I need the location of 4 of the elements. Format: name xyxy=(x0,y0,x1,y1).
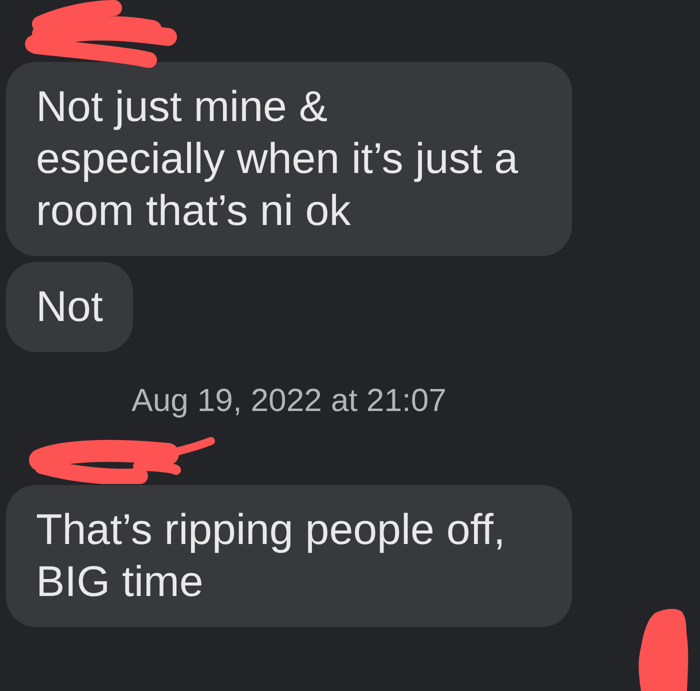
message-bubble: That’s ripping people off, BIG time xyxy=(6,485,572,627)
message-bubble: Not just mine & especially when it’s just a room that’s ni ok xyxy=(6,62,572,256)
message-bubble: Not xyxy=(6,262,133,352)
message-timestamp: Aug 19, 2022 at 21:07 xyxy=(132,381,446,420)
